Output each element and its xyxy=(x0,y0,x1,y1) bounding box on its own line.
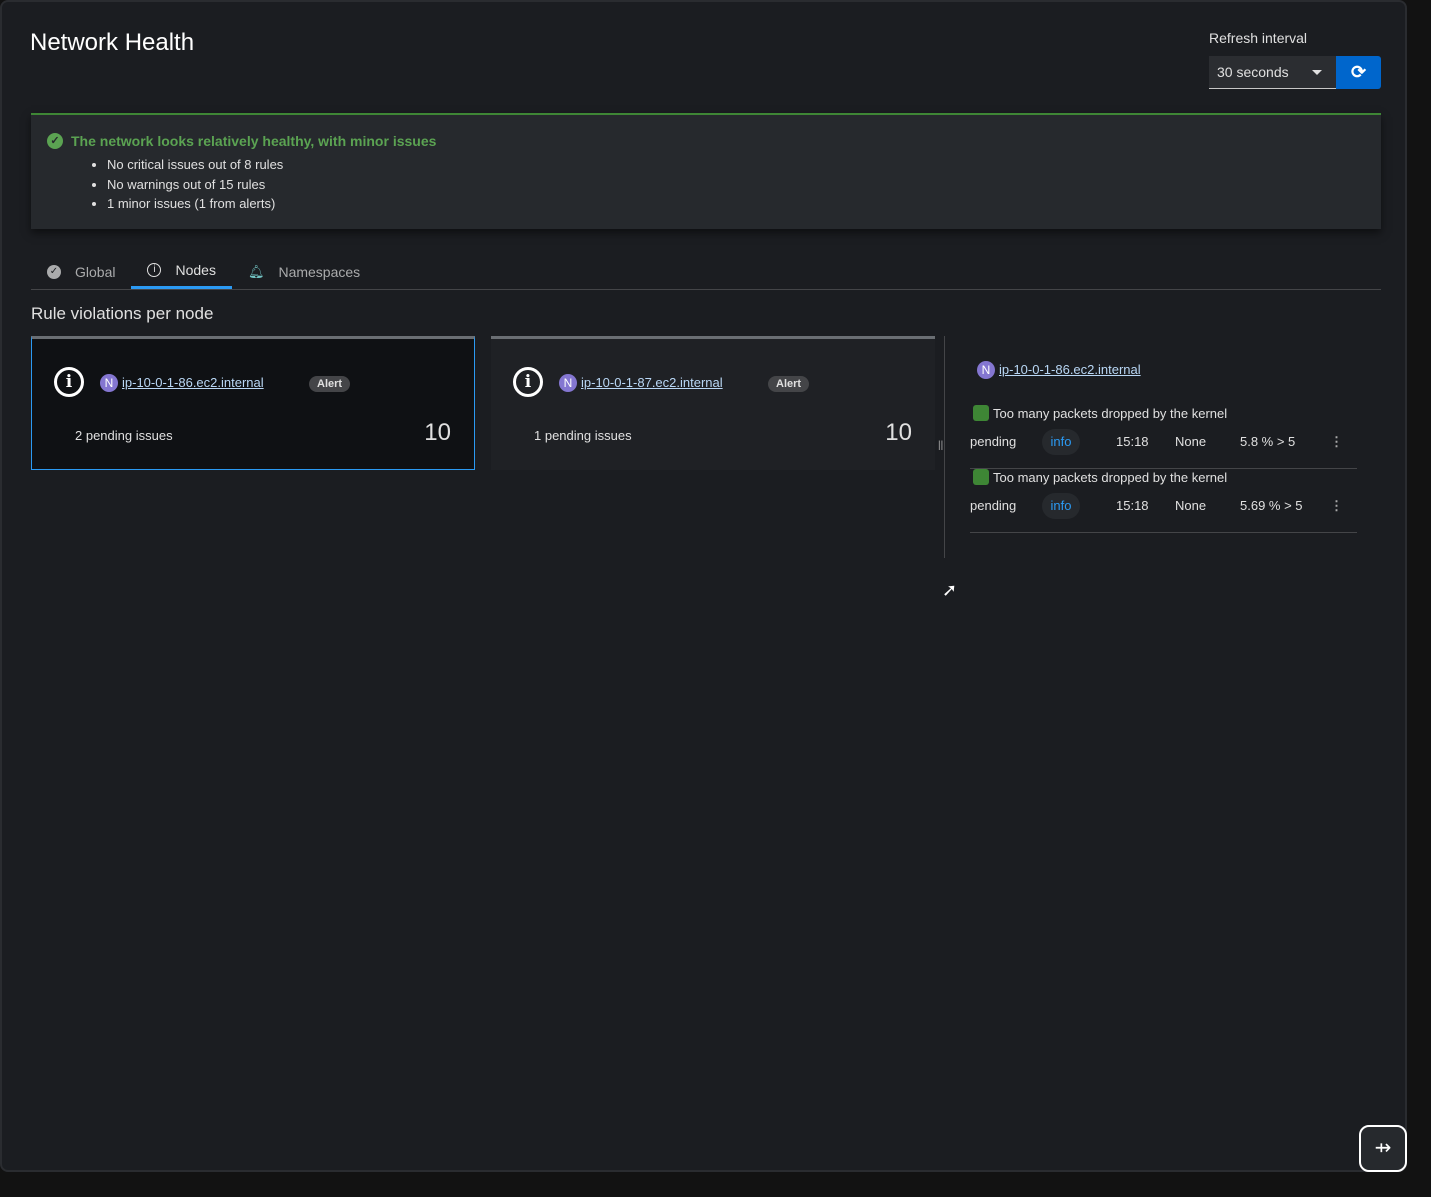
health-alert: ✓ The network looks relatively healthy, w… xyxy=(31,113,1381,229)
alert-item: No critical issues out of 8 rules xyxy=(107,155,1365,175)
alert-item: 1 minor issues (1 from alerts) xyxy=(107,194,1365,214)
refresh-interval-label: Refresh interval xyxy=(1209,30,1308,46)
tab-label: Nodes xyxy=(175,262,216,278)
rule-value: 5.8 % > 5 xyxy=(1240,434,1296,449)
node-card[interactable]: i Nip-10-0-1-86.ec2.internal Alert 2 pen… xyxy=(31,336,475,470)
panel-splitter[interactable] xyxy=(944,336,945,558)
mouse-cursor-icon: ➚ xyxy=(942,580,958,600)
info-icon: i xyxy=(54,367,84,397)
section-title: Rule violations per node xyxy=(31,304,214,323)
node-badge: N xyxy=(100,374,118,392)
rule-item: Too many packets dropped by the kernel p… xyxy=(970,469,1357,533)
rule-name: Too many packets dropped by the kernel xyxy=(993,469,1228,485)
node-card[interactable]: i Nip-10-0-1-87.ec2.internal Alert 1 pen… xyxy=(491,336,935,470)
node-link[interactable]: ip-10-0-1-87.ec2.internal xyxy=(581,375,723,390)
rule-silence: None xyxy=(1175,434,1207,449)
score: 10 xyxy=(424,419,451,446)
app-window: Network Health Refresh interval 30 secon… xyxy=(0,0,1407,1172)
alert-item: No warnings out of 15 rules xyxy=(107,175,1365,195)
tab-label: Global xyxy=(75,263,116,280)
rule-time: 15:18 xyxy=(1116,498,1149,513)
info-icon: i xyxy=(147,263,162,277)
tab-global[interactable]: ✓ Global xyxy=(31,254,131,289)
pending-issues: 1 pending issues xyxy=(534,428,632,443)
rule-item: Too many packets dropped by the kernel p… xyxy=(970,405,1357,469)
info-icon: i xyxy=(513,367,543,397)
burst-arrow-icon: ⇸ xyxy=(1374,1137,1392,1159)
alert-title: The network looks relatively healthy, wi… xyxy=(71,133,437,149)
tabs: ✓ Global i Nodes 🔔︎ Namespaces xyxy=(31,254,1381,290)
tab-label: Namespaces xyxy=(278,263,361,280)
kebab-menu-icon[interactable]: ⋮ xyxy=(1330,498,1343,514)
node-link[interactable]: ip-10-0-1-86.ec2.internal xyxy=(122,375,264,390)
node-badge: N xyxy=(977,361,995,379)
sync-icon: ⟳ xyxy=(1350,62,1367,82)
tab-nodes[interactable]: i Nodes xyxy=(131,254,232,289)
kebab-menu-icon[interactable]: ⋮ xyxy=(1330,434,1343,450)
refresh-interval-select[interactable]: 30 seconds xyxy=(1209,56,1336,89)
tab-namespaces[interactable]: 🔔︎ Namespaces xyxy=(232,254,376,289)
refresh-button[interactable]: ⟳ xyxy=(1336,56,1381,89)
node-badge: N xyxy=(559,374,577,392)
quick-start-button[interactable]: ⇸ xyxy=(1359,1125,1407,1172)
rule-state: pending xyxy=(970,498,1017,513)
page-title: Network Health xyxy=(30,29,195,56)
rule-silence: None xyxy=(1175,498,1207,513)
severity-badge: info xyxy=(1042,493,1080,519)
alert-label: Alert xyxy=(768,376,810,392)
rule-name: Too many packets dropped by the kernel xyxy=(993,405,1228,421)
drag-handle-icon[interactable]: || xyxy=(938,440,943,451)
check-circle-icon: ✓ xyxy=(47,133,63,149)
rule-value: 5.69 % > 5 xyxy=(1240,498,1303,513)
refresh-interval-value: 30 seconds xyxy=(1217,64,1289,80)
bell-icon: 🔔︎ xyxy=(247,263,265,279)
severity-badge: info xyxy=(1042,429,1080,455)
status-square-icon xyxy=(973,469,989,485)
rule-state: pending xyxy=(970,434,1017,449)
alert-label: Alert xyxy=(309,376,351,392)
check-circle-icon: ✓ xyxy=(47,264,61,279)
pending-issues: 2 pending issues xyxy=(75,428,173,443)
score: 10 xyxy=(885,419,912,446)
rule-time: 15:18 xyxy=(1116,434,1149,449)
status-square-icon xyxy=(973,405,989,421)
caret-down-icon xyxy=(1312,70,1322,75)
node-link[interactable]: ip-10-0-1-86.ec2.internal xyxy=(999,362,1141,377)
